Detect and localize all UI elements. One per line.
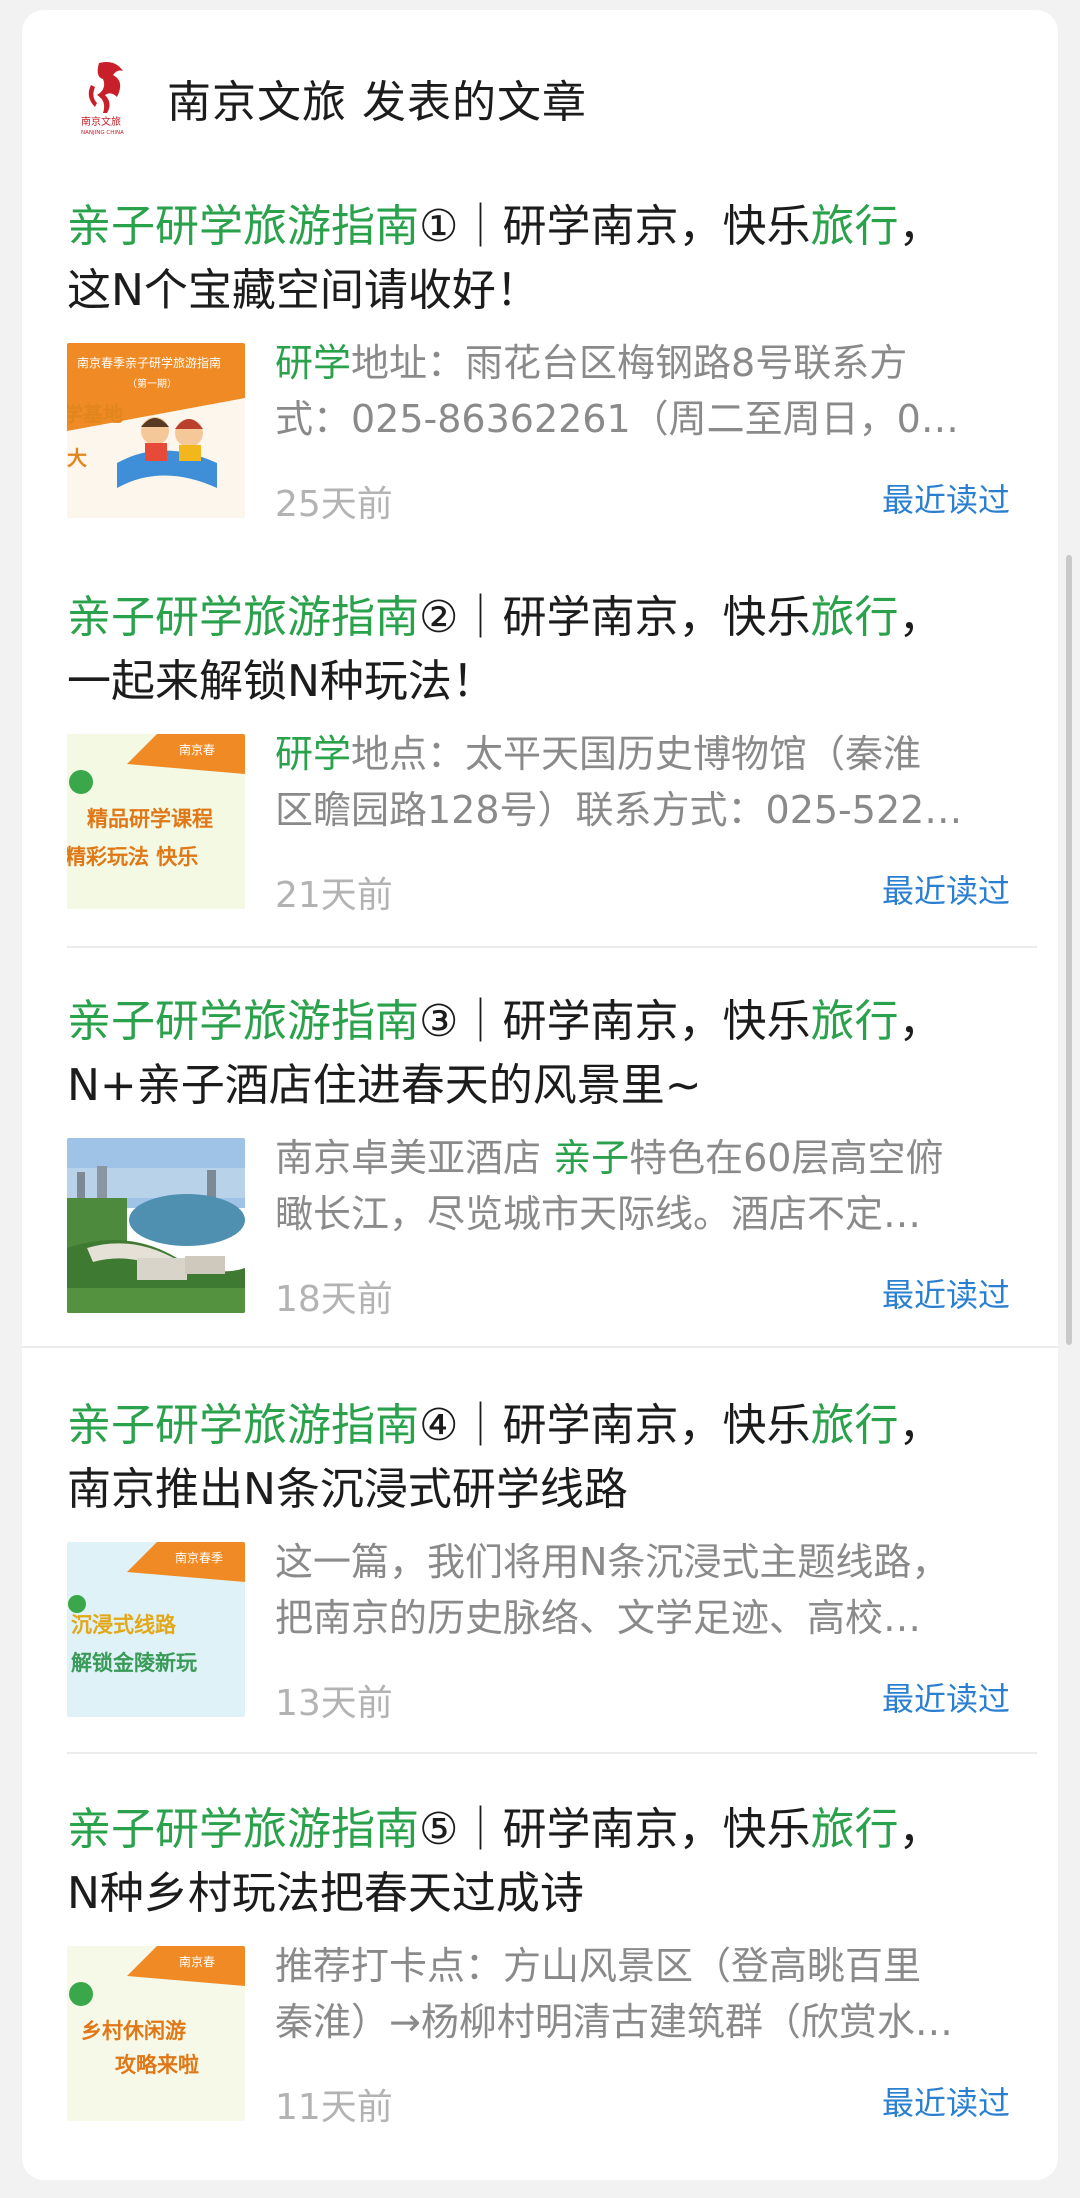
svg-text:NANJING CHINA: NANJING CHINA bbox=[81, 130, 124, 136]
thumb-caption: 解锁金陵新玩 bbox=[71, 1651, 197, 1675]
article-list-card: 南京文旅 NANJING CHINA 南京文旅 发表的文章 亲子研学旅游指南①｜… bbox=[22, 10, 1058, 2180]
article-title[interactable]: 亲子研学旅游指南④｜研学南京，快乐旅行， 南京推出N条沉浸式研学线路 bbox=[67, 1394, 1027, 1522]
article-age: 18天前 bbox=[275, 1279, 393, 1320]
recently-read-label: 最近读过 bbox=[882, 1276, 1011, 1314]
snippet-text: 式：025-86362261（周二至周日，0… bbox=[275, 397, 959, 441]
divider bbox=[22, 1346, 1058, 1348]
svg-text:南京文旅: 南京文旅 bbox=[81, 115, 121, 128]
article-age: 13天前 bbox=[275, 1683, 393, 1724]
title-text: 这N个宝藏空间请收好！ bbox=[67, 265, 540, 316]
thumb-caption: 南京春季亲子研学旅游指南 bbox=[77, 355, 221, 370]
thumb-caption: 南京春季 bbox=[175, 1550, 223, 1565]
article-snippet: 南京卓美亚酒店 亲子特色在60层高空俯 瞰长江，尽览城市天际线。酒店不定… bbox=[275, 1130, 1035, 1242]
snippet-text: 地点：太平天国历史博物馆（秦淮 bbox=[351, 732, 922, 776]
snippet-text: 地址：雨花台区梅钢路8号联系方 bbox=[351, 341, 908, 385]
recently-read-label: 最近读过 bbox=[882, 1680, 1011, 1718]
thumb-caption: 学基地 bbox=[67, 402, 123, 426]
title-text: 南京推出N条沉浸式研学线路 bbox=[67, 1464, 628, 1515]
title-text: ④｜研学南京，快乐 bbox=[419, 1400, 811, 1451]
thumb-caption: 精品研学课程 bbox=[87, 807, 213, 831]
title-text: ， bbox=[898, 996, 943, 1047]
title-keyword: 旅行 bbox=[810, 996, 899, 1047]
title-keyword: 亲子研学旅游指南 bbox=[67, 1400, 419, 1451]
header-title: 南京文旅 发表的文章 bbox=[167, 66, 587, 130]
article-item[interactable]: 亲子研学旅游指南⑤｜研学南京，快乐旅行， N种乡村玩法把春天过成诗 南京春 乡村… bbox=[22, 1798, 1058, 2198]
thumb-caption: （第一期） bbox=[127, 377, 177, 390]
title-text: 一起来解锁N种玩法！ bbox=[67, 656, 496, 707]
article-thumbnail[interactable]: 南京春季 沉浸式线路 解锁金陵新玩 bbox=[67, 1542, 245, 1717]
article-age: 25天前 bbox=[275, 484, 393, 525]
recently-read-label: 最近读过 bbox=[882, 481, 1011, 519]
divider bbox=[67, 1752, 1037, 1754]
recently-read-label: 最近读过 bbox=[882, 2084, 1011, 2122]
divider bbox=[67, 946, 1037, 948]
article-age: 11天前 bbox=[275, 2087, 393, 2128]
title-keyword: 旅行 bbox=[810, 1804, 899, 1855]
article-snippet: 研学地址：雨花台区梅钢路8号联系方 式：025-86362261（周二至周日，0… bbox=[275, 335, 1035, 447]
article-snippet: 这一篇，我们将用N条沉浸式主题线路， 把南京的历史脉络、文学足迹、高校… bbox=[275, 1534, 1035, 1646]
scrollbar[interactable] bbox=[1066, 555, 1072, 1345]
article-age: 21天前 bbox=[275, 875, 393, 916]
title-keyword: 旅行 bbox=[810, 1400, 899, 1451]
article-snippet: 研学地点：太平天国历史博物馆（秦淮 区瞻园路128号）联系方式：025-522… bbox=[275, 726, 1035, 838]
title-keyword: 亲子研学旅游指南 bbox=[67, 996, 419, 1047]
article-title[interactable]: 亲子研学旅游指南③｜研学南京，快乐旅行， N+亲子酒店住进春天的风景里~ bbox=[67, 990, 1027, 1118]
thumb-caption: 攻略来啦 bbox=[115, 2053, 199, 2077]
header-suffix: 发表的文章 bbox=[362, 77, 587, 128]
title-keyword: 旅行 bbox=[810, 592, 899, 643]
title-keyword: 亲子研学旅游指南 bbox=[67, 592, 419, 643]
snippet-keyword: 亲子 bbox=[553, 1136, 630, 1180]
thumb-caption: 精彩玩法 快乐 bbox=[67, 845, 198, 869]
snippet-text: 区瞻园路128号）联系方式：025-522… bbox=[275, 788, 963, 832]
snippet-text: 把南京的历史脉络、文学足迹、高校… bbox=[275, 1596, 922, 1640]
article-title[interactable]: 亲子研学旅游指南⑤｜研学南京，快乐旅行， N种乡村玩法把春天过成诗 bbox=[67, 1798, 1027, 1926]
article-title[interactable]: 亲子研学旅游指南①｜研学南京，快乐旅行， 这N个宝藏空间请收好！ bbox=[67, 195, 1027, 323]
thumb-caption: 南京春 bbox=[179, 742, 215, 757]
title-text: ⑤｜研学南京，快乐 bbox=[419, 1804, 811, 1855]
account-name[interactable]: 南京文旅 bbox=[167, 77, 347, 128]
thumb-caption: 南京春 bbox=[179, 1954, 215, 1969]
snippet-keyword: 研学 bbox=[275, 341, 352, 385]
title-keyword: 旅行 bbox=[810, 201, 899, 252]
article-item[interactable]: 亲子研学旅游指南②｜研学南京，快乐旅行， 一起来解锁N种玩法！ 南京春 精品研学… bbox=[22, 586, 1058, 986]
article-snippet: 推荐打卡点：方山风景区（登高眺百里 秦淮）→杨柳村明清古建筑群（欣赏水… bbox=[275, 1938, 1035, 2050]
thumb-caption: 乡村休闲游 bbox=[81, 2019, 186, 2043]
snippet-text: 南京卓美亚酒店 bbox=[275, 1136, 554, 1180]
snippet-text: 秦淮）→杨柳村明清古建筑群（欣赏水… bbox=[275, 2000, 953, 2044]
title-keyword: 亲子研学旅游指南 bbox=[67, 201, 419, 252]
snippet-text: 特色在60层高空俯 bbox=[629, 1136, 944, 1180]
snippet-text: 瞰长江，尽览城市天际线。酒店不定… bbox=[275, 1192, 922, 1236]
account-header: 南京文旅 NANJING CHINA 南京文旅 发表的文章 bbox=[22, 10, 1058, 180]
thumb-caption: 大 bbox=[67, 446, 87, 470]
title-text: N种乡村玩法把春天过成诗 bbox=[67, 1868, 584, 1919]
nanjing-culture-tourism-logo[interactable]: 南京文旅 NANJING CHINA bbox=[77, 55, 147, 137]
snippet-text: 这一篇，我们将用N条沉浸式主题线路， bbox=[275, 1540, 950, 1584]
title-text: ， bbox=[898, 592, 943, 643]
title-text: N+亲子酒店住进春天的风景里~ bbox=[67, 1060, 702, 1111]
title-text: ③｜研学南京，快乐 bbox=[419, 996, 811, 1047]
article-thumbnail[interactable]: 南京春 精品研学课程 精彩玩法 快乐 bbox=[67, 734, 245, 909]
title-text: ①｜研学南京，快乐 bbox=[419, 201, 811, 252]
article-thumbnail[interactable] bbox=[67, 1138, 245, 1313]
title-text: ， bbox=[898, 1804, 943, 1855]
title-keyword: 亲子研学旅游指南 bbox=[67, 1804, 419, 1855]
thumb-caption: 沉浸式线路 bbox=[71, 1613, 177, 1637]
title-text: ②｜研学南京，快乐 bbox=[419, 592, 811, 643]
article-item[interactable]: 亲子研学旅游指南④｜研学南京，快乐旅行， 南京推出N条沉浸式研学线路 南京春季 … bbox=[22, 1394, 1058, 1794]
article-title[interactable]: 亲子研学旅游指南②｜研学南京，快乐旅行， 一起来解锁N种玩法！ bbox=[67, 586, 1027, 714]
snippet-keyword: 研学 bbox=[275, 732, 352, 776]
article-thumbnail[interactable]: 南京春 乡村休闲游 攻略来啦 bbox=[67, 1946, 245, 2121]
recently-read-label: 最近读过 bbox=[882, 872, 1011, 910]
title-text: ， bbox=[898, 1400, 943, 1451]
article-item[interactable]: 亲子研学旅游指南③｜研学南京，快乐旅行， N+亲子酒店住进春天的风景里~ 南京卓… bbox=[22, 990, 1058, 1390]
article-item[interactable]: 亲子研学旅游指南①｜研学南京，快乐旅行， 这N个宝藏空间请收好！ 南京春季亲子研… bbox=[22, 195, 1058, 595]
title-text: ， bbox=[898, 201, 943, 252]
snippet-text: 推荐打卡点：方山风景区（登高眺百里 bbox=[275, 1944, 922, 1988]
article-thumbnail[interactable]: 南京春季亲子研学旅游指南 （第一期） 学基地 大 bbox=[67, 343, 245, 518]
